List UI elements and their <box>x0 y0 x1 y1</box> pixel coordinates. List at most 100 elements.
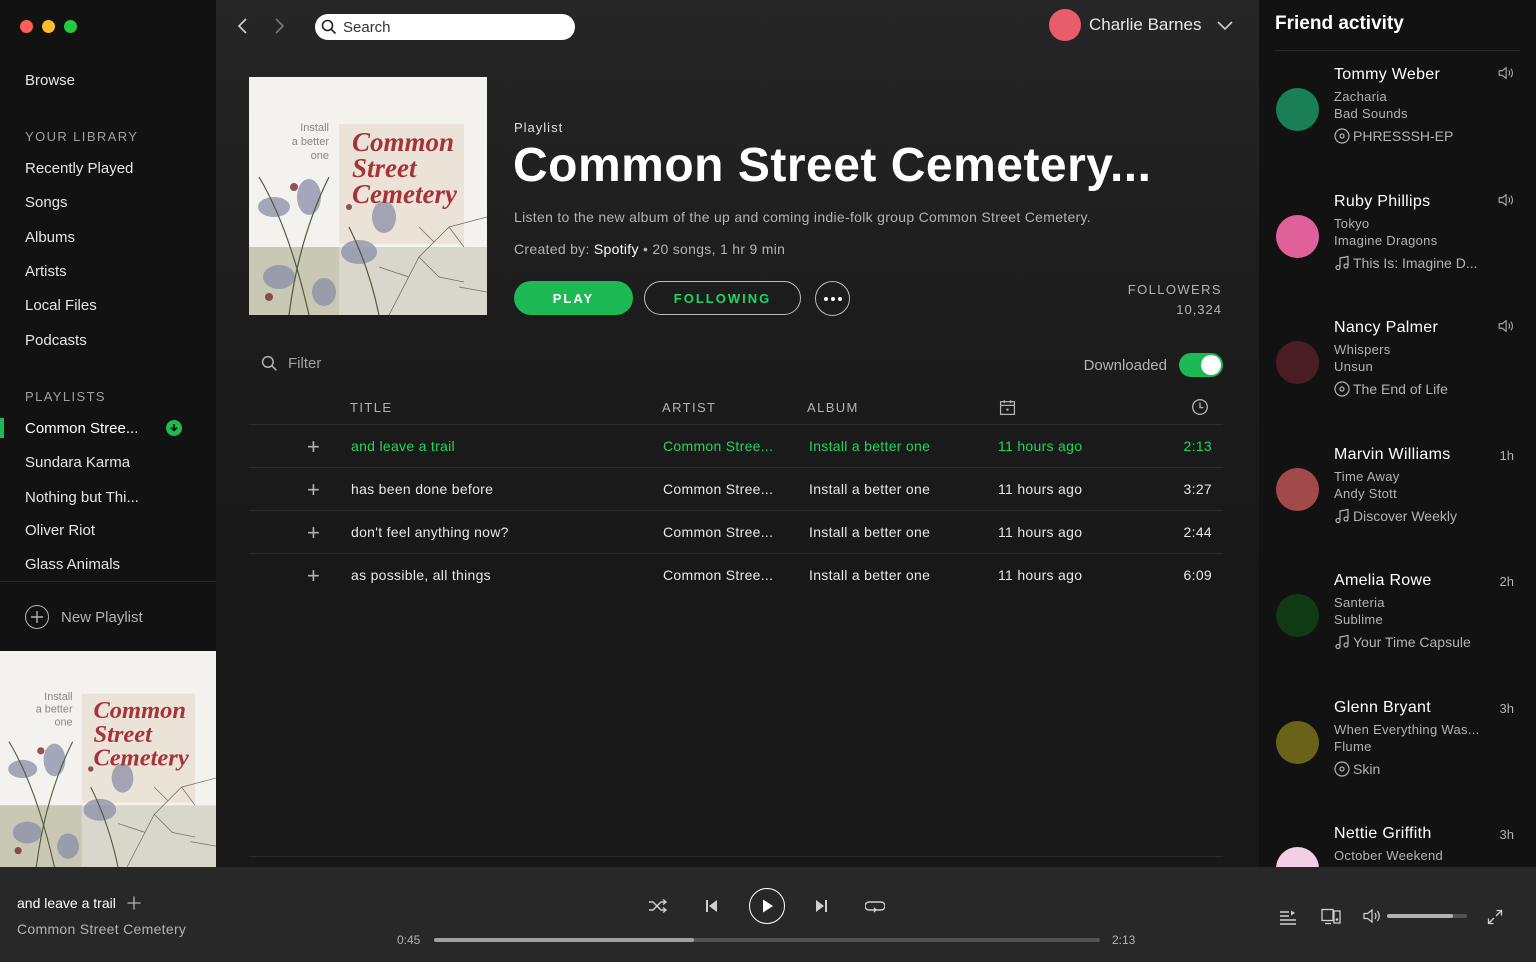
friend-track[interactable]: Time Away <box>1334 469 1400 484</box>
friend-avatar[interactable] <box>1276 88 1319 131</box>
friend-avatar[interactable] <box>1276 594 1319 637</box>
play-button[interactable]: PLAY <box>514 281 633 315</box>
track-row[interactable]: + as possible, all things Common Stree..… <box>249 554 1223 597</box>
nav-songs[interactable]: Songs <box>25 194 68 211</box>
user-menu[interactable]: Charlie Barnes <box>1049 9 1235 41</box>
track-album-link[interactable]: Install a better one <box>809 567 930 583</box>
friend-item[interactable]: Ruby Phillips Tokyo Imagine Dragons This Is… <box>1259 193 1536 313</box>
repeat-button[interactable] <box>865 898 885 914</box>
nav-recently-played[interactable]: Recently Played <box>25 160 133 177</box>
now-playing-cover-art[interactable]: Install a better one Common Street Cemet… <box>0 651 216 867</box>
plus-icon[interactable] <box>126 895 142 911</box>
friend-context[interactable]: Your Time Capsule <box>1334 634 1471 650</box>
friend-artist[interactable]: Sublime <box>1334 612 1383 627</box>
friend-context[interactable]: The End of Life <box>1334 381 1448 397</box>
add-track-plus-icon[interactable]: + <box>307 520 320 546</box>
forward-button[interactable] <box>267 14 291 38</box>
track-artist-link[interactable]: Common Stree... <box>663 567 773 583</box>
playlist-creator-link[interactable]: Spotify <box>594 241 639 257</box>
minimize-window-button[interactable] <box>42 20 55 33</box>
fullscreen-icon[interactable] <box>1487 909 1503 925</box>
friend-item[interactable]: Nancy Palmer Whispers Unsun The End of Life <box>1259 319 1536 439</box>
column-date-added[interactable] <box>999 399 1016 419</box>
previous-track-button[interactable] <box>705 898 719 914</box>
friend-context[interactable]: This Is: Imagine D... <box>1334 255 1477 271</box>
friend-track[interactable]: Whispers <box>1334 342 1391 357</box>
sidebar-playlist-sundara-karma[interactable]: Sundara Karma <box>25 454 130 471</box>
playback-progress-bar[interactable] <box>434 938 1100 942</box>
nav-local-files[interactable]: Local Files <box>25 297 97 314</box>
sidebar-playlist-glass-animals[interactable]: Glass Animals <box>25 556 120 573</box>
track-album-link[interactable]: Install a better one <box>809 481 930 497</box>
friend-artist[interactable]: Bad Sounds <box>1334 106 1408 121</box>
friend-name[interactable]: Ruby Phillips <box>1334 193 1430 211</box>
friend-item[interactable]: Glenn Bryant When Everything Was... Flume S… <box>1259 699 1536 819</box>
downloaded-toggle[interactable] <box>1179 353 1223 377</box>
friend-track[interactable]: Santeria <box>1334 595 1385 610</box>
friend-avatar[interactable] <box>1276 720 1319 764</box>
sidebar-playlist-nothing-but-thieves[interactable]: Nothing but Thi... <box>25 489 139 506</box>
devices-icon[interactable] <box>1321 908 1341 925</box>
nav-albums[interactable]: Albums <box>25 229 75 246</box>
friend-avatar[interactable] <box>1276 847 1319 867</box>
add-track-plus-icon[interactable]: + <box>307 434 320 460</box>
sidebar-playlist-oliver-riot[interactable]: Oliver Riot <box>25 522 95 539</box>
now-playing-title[interactable]: and leave a trail <box>17 895 116 911</box>
friend-context[interactable]: Discover Weekly <box>1334 508 1457 524</box>
friend-track[interactable]: Tokyo <box>1334 216 1369 231</box>
friend-avatar[interactable] <box>1276 214 1319 258</box>
friend-avatar[interactable] <box>1276 467 1319 511</box>
next-track-button[interactable] <box>814 898 828 914</box>
track-album-link[interactable]: Install a better one <box>809 438 930 454</box>
zoom-window-button[interactable] <box>64 20 77 33</box>
column-duration[interactable] <box>1191 398 1209 419</box>
friend-artist[interactable]: Flume <box>1334 739 1372 754</box>
add-track-plus-icon[interactable]: + <box>307 477 320 503</box>
friend-track[interactable]: When Everything Was... <box>1334 722 1480 737</box>
volume-slider[interactable] <box>1387 914 1467 918</box>
track-row[interactable]: + and leave a trail Common Stree... Inst… <box>249 425 1223 468</box>
volume-icon[interactable] <box>1363 908 1383 924</box>
track-artist-link[interactable]: Common Stree... <box>663 438 773 454</box>
friend-track[interactable]: Zacharia <box>1334 89 1387 104</box>
friend-context[interactable]: PHRESSSH-EP <box>1334 128 1453 144</box>
search-input[interactable] <box>343 18 563 36</box>
friend-name[interactable]: Amelia Rowe <box>1334 572 1432 590</box>
friend-context[interactable]: Skin <box>1334 761 1380 777</box>
add-track-plus-icon[interactable]: + <box>307 563 320 589</box>
friend-name[interactable]: Nettie Griffith <box>1334 825 1432 843</box>
friend-artist[interactable]: Imagine Dragons <box>1334 233 1438 248</box>
track-row[interactable]: + don't feel anything now? Common Stree.… <box>249 511 1223 554</box>
back-button[interactable] <box>231 14 255 38</box>
friend-item[interactable]: Marvin Williams Time Away Andy Stott Discov… <box>1259 446 1536 566</box>
friend-name[interactable]: Nancy Palmer <box>1334 319 1438 337</box>
more-options-button[interactable] <box>815 281 850 316</box>
shuffle-button[interactable] <box>648 898 668 914</box>
new-playlist-button[interactable]: New Playlist <box>25 605 143 629</box>
now-playing-artist[interactable]: Common Street Cemetery <box>17 921 186 937</box>
friend-track[interactable]: October Weekend <box>1334 848 1443 863</box>
nav-artists[interactable]: Artists <box>25 263 67 280</box>
track-artist-link[interactable]: Common Stree... <box>663 524 773 540</box>
column-artist[interactable]: ARTIST <box>662 400 716 415</box>
column-album[interactable]: ALBUM <box>807 400 859 415</box>
play-pause-button[interactable] <box>749 888 785 924</box>
friend-name[interactable]: Marvin Williams <box>1334 446 1451 464</box>
friend-item[interactable]: Tommy Weber Zacharia Bad Sounds PHRESSSH-EP <box>1259 66 1536 186</box>
friend-item[interactable]: Nettie Griffith October Weekend 3h <box>1259 825 1536 867</box>
filter-input[interactable] <box>288 355 488 372</box>
friend-artist[interactable]: Andy Stott <box>1334 486 1397 501</box>
friend-name[interactable]: Glenn Bryant <box>1334 699 1431 717</box>
friend-name[interactable]: Tommy Weber <box>1334 66 1440 84</box>
sidebar-playlist-common-street[interactable]: Common Stree... <box>25 420 138 437</box>
column-title[interactable]: TITLE <box>350 400 392 415</box>
track-row[interactable]: + has been done before Common Stree... I… <box>249 468 1223 511</box>
friend-item[interactable]: Amelia Rowe Santeria Sublime Your Time Caps… <box>1259 572 1536 692</box>
track-artist-link[interactable]: Common Stree... <box>663 481 773 497</box>
queue-icon[interactable] <box>1279 909 1297 925</box>
nav-browse[interactable]: Browse <box>25 72 75 89</box>
following-button[interactable]: FOLLOWING <box>644 281 801 315</box>
nav-podcasts[interactable]: Podcasts <box>25 332 87 349</box>
friend-avatar[interactable] <box>1276 341 1319 384</box>
friend-artist[interactable]: Unsun <box>1334 359 1373 374</box>
